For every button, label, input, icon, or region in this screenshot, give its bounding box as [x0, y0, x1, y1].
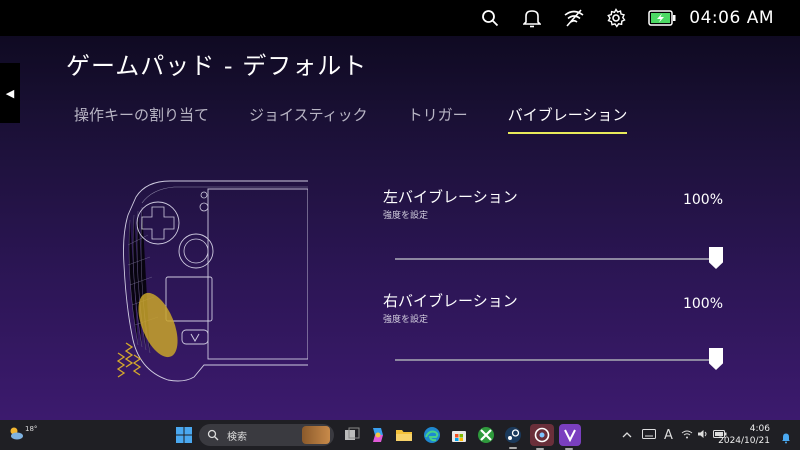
- keyboard-icon[interactable]: [642, 428, 656, 442]
- tab-joystick[interactable]: ジョイスティック: [249, 100, 368, 134]
- system-tray: A: [622, 420, 727, 450]
- notification-bell-icon[interactable]: [781, 429, 791, 448]
- taskbar-search-box[interactable]: 検索: [199, 424, 334, 446]
- weather-temp: 18°: [25, 425, 38, 433]
- right-vibration-value: 100%: [682, 296, 723, 312]
- status-bar: 04:06 AM: [0, 0, 800, 36]
- tab-bar: 操作キーの割り当て ジョイスティック トリガー バイブレーション: [74, 100, 667, 136]
- wifi-off-icon[interactable]: [563, 7, 585, 29]
- weather-widget[interactable]: 18°: [8, 425, 37, 441]
- search-icon[interactable]: [479, 7, 501, 29]
- steam-icon[interactable]: [503, 425, 523, 449]
- tab-trigger[interactable]: トリガー: [408, 100, 468, 134]
- wifi-icon[interactable]: [681, 429, 693, 442]
- page-title: ゲームパッド - デフォルト: [66, 52, 368, 80]
- right-vibration-slider[interactable]: [395, 348, 723, 370]
- file-explorer-icon[interactable]: [394, 425, 414, 445]
- search-placeholder: 検索: [227, 431, 247, 443]
- tab-vibration[interactable]: バイブレーション: [507, 100, 627, 134]
- back-arrow-icon: ◀: [5, 86, 15, 100]
- copilot-icon[interactable]: [368, 425, 388, 445]
- ime-indicator[interactable]: A: [664, 428, 673, 443]
- battery-charging-icon[interactable]: [647, 7, 677, 29]
- taskbar: 18° 検索 A 4:06 2024/10/21: [0, 420, 800, 450]
- app-window: 04:06 AM ◀ ゲームパッド - デフォルト 操作キーの割り当て ジョイス…: [0, 0, 800, 420]
- back-button[interactable]: ◀: [0, 63, 20, 123]
- status-clock: 04:06 AM: [689, 8, 774, 28]
- windows-start-icon[interactable]: [174, 425, 194, 445]
- bell-icon[interactable]: [521, 7, 543, 29]
- controller-illustration: [116, 180, 308, 382]
- left-vibration-setting: 左バイブレーション 強度を設定 100%: [383, 186, 723, 269]
- taskbar-clock[interactable]: 4:06 2024/10/21: [718, 423, 770, 447]
- edge-icon[interactable]: [422, 425, 442, 445]
- left-vibration-sublabel: 強度を設定: [383, 211, 429, 221]
- left-vibration-slider-fill: [395, 258, 723, 260]
- right-vibration-sublabel: 強度を設定: [383, 315, 429, 325]
- left-vibration-label: 左バイブレーション: [383, 188, 518, 206]
- tray-chevron-up-icon[interactable]: [622, 429, 632, 442]
- left-vibration-value: 100%: [682, 192, 723, 208]
- right-vibration-setting: 右バイブレーション 強度を設定 100%: [383, 290, 723, 370]
- task-view-icon[interactable]: [342, 425, 362, 445]
- volume-icon[interactable]: [697, 429, 709, 442]
- taskbar-clock-date: 2024/10/21: [718, 436, 770, 446]
- app-icon[interactable]: [530, 424, 554, 450]
- legion-icon[interactable]: [559, 424, 581, 450]
- search-banner-icon: [302, 426, 330, 444]
- gear-icon[interactable]: [605, 7, 627, 29]
- search-icon: [207, 429, 219, 441]
- right-vibration-label: 右バイブレーション: [383, 292, 518, 310]
- tab-button-mapping[interactable]: 操作キーの割り当て: [74, 100, 209, 134]
- store-icon[interactable]: [449, 425, 469, 445]
- right-vibration-slider-fill: [395, 359, 723, 361]
- taskbar-clock-time: 4:06: [749, 424, 770, 434]
- left-vibration-slider-thumb[interactable]: [709, 247, 723, 269]
- left-vibration-slider[interactable]: [395, 247, 723, 269]
- xbox-icon[interactable]: [476, 425, 496, 445]
- weather-icon: [10, 427, 23, 440]
- right-vibration-slider-thumb[interactable]: [709, 348, 723, 370]
